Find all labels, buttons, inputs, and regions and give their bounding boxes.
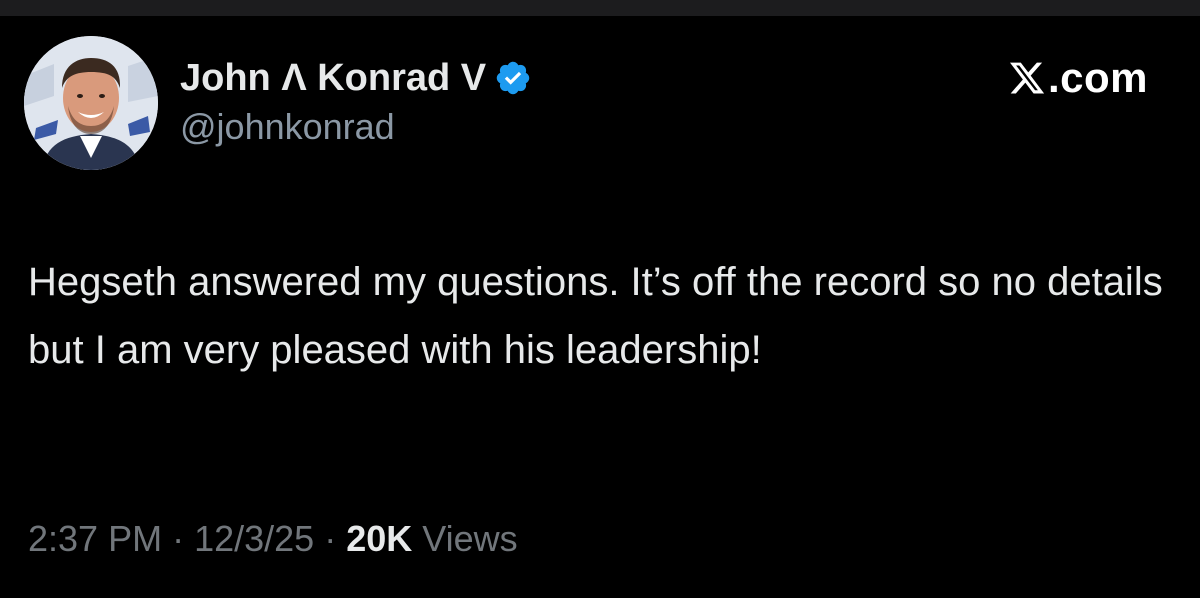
views-label: Views [422, 518, 518, 559]
author-name-row: John Λ Konrad V [180, 54, 532, 102]
meta-separator: · [172, 518, 185, 559]
tweet-meta: 2:37 PM · 12/3/25 · 20K Views [28, 518, 518, 560]
brand-domain-text: .com [1047, 54, 1148, 101]
tweet-card: John Λ Konrad V @johnkonrad .com Hegseth… [0, 16, 1200, 598]
avatar-photo [24, 36, 158, 170]
tweet-date[interactable]: 12/3/25 [194, 518, 314, 559]
author-handle[interactable]: @johnkonrad [180, 106, 532, 148]
author-block: John Λ Konrad V @johnkonrad [180, 54, 532, 148]
tweet-time[interactable]: 2:37 PM [28, 518, 162, 559]
top-bar [0, 0, 1200, 16]
meta-separator: · [324, 518, 337, 559]
tweet-text: Hegseth answered my questions. It’s off … [28, 260, 1163, 372]
avatar[interactable] [24, 36, 158, 170]
views-count[interactable]: 20K [346, 518, 412, 559]
verified-badge-icon [494, 59, 532, 97]
display-name[interactable]: John Λ Konrad V [180, 57, 486, 100]
x-logo-icon [1008, 59, 1046, 97]
brand-watermark: .com [1008, 54, 1148, 102]
